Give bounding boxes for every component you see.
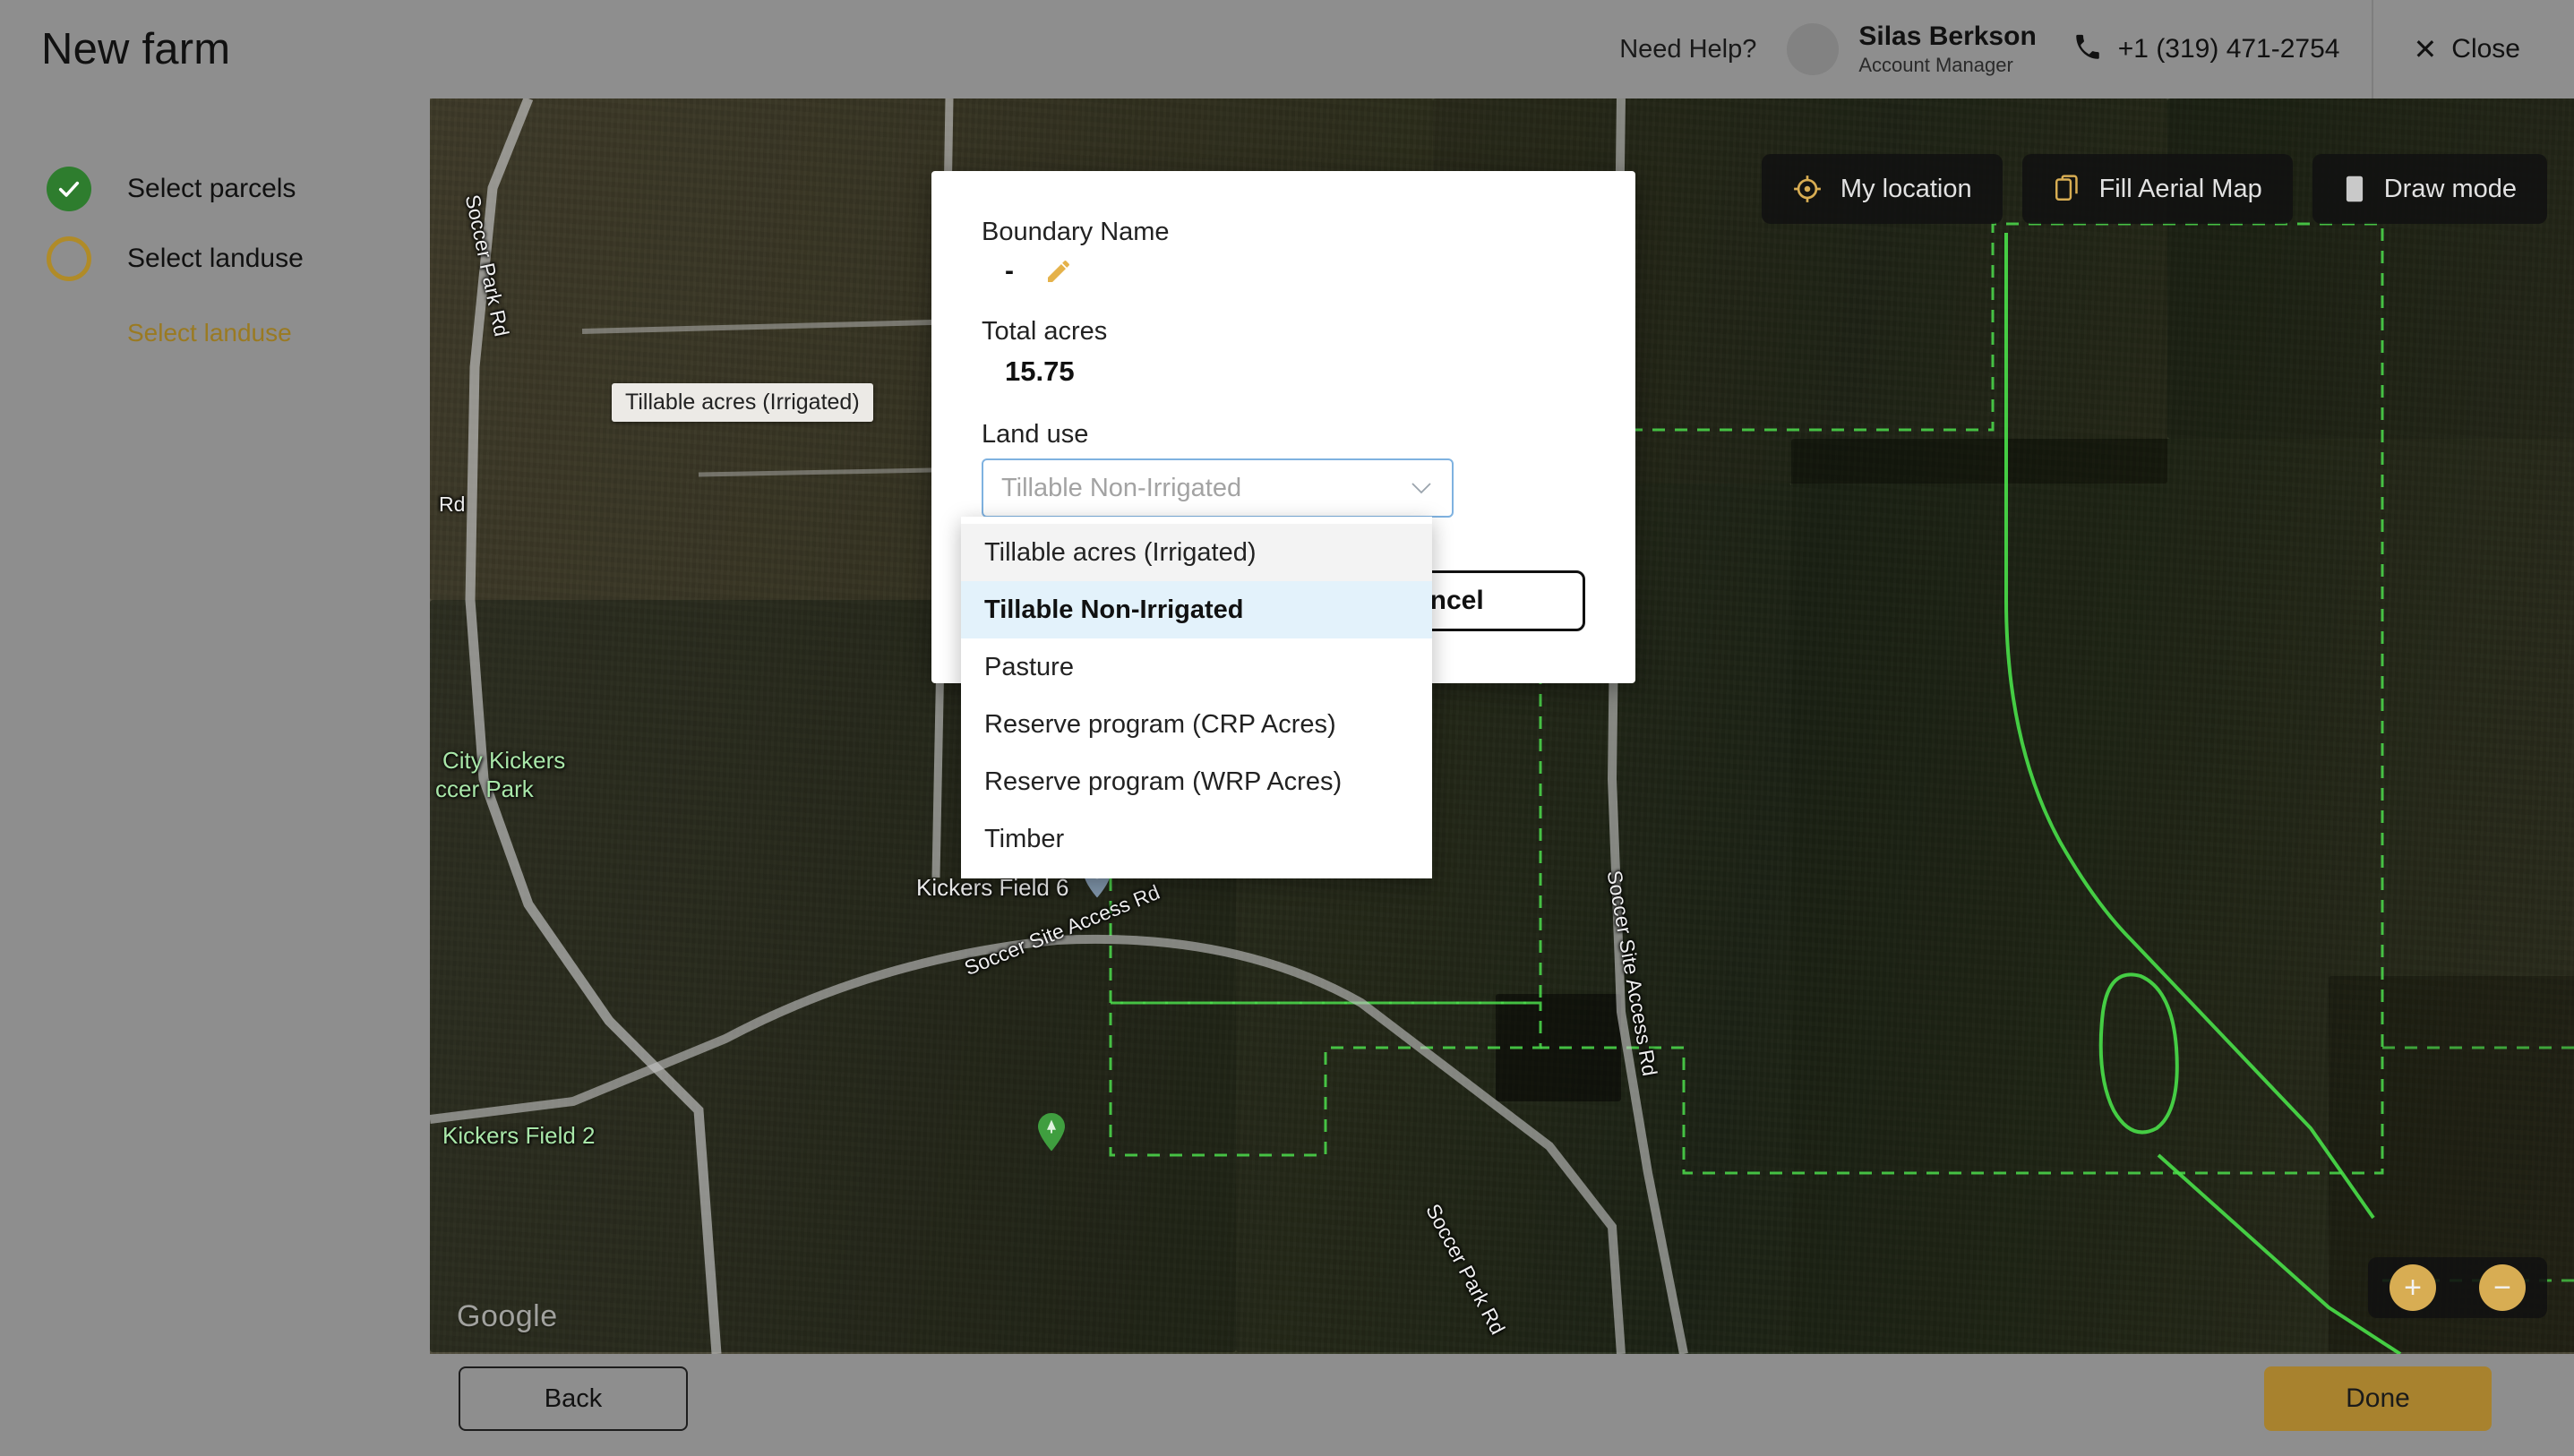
zoom-in-button[interactable]: + <box>2390 1264 2436 1311</box>
map-toolbar: My location Fill Aerial Map Draw mode <box>1762 154 2547 224</box>
avatar <box>1787 23 1839 75</box>
sidebar-item-label: Select parcels <box>127 174 296 204</box>
support-phone-number: +1 (319) 471-2754 <box>2118 34 2340 64</box>
map-button-label: My location <box>1840 175 1972 204</box>
account-manager-name: Silas Berkson <box>1858 21 2036 54</box>
dropdown-option[interactable]: Timber <box>961 810 1432 868</box>
boundary-name-value: - <box>1005 256 1014 287</box>
sidebar-item-label: Select landuse <box>127 244 304 274</box>
header-right-cluster: Need Help? Silas Berkson Account Manager… <box>1619 0 2574 98</box>
road-label: Rd <box>439 492 465 517</box>
support-phone[interactable]: +1 (319) 471-2754 <box>2072 32 2340 67</box>
map-pin-icon[interactable] <box>1038 1113 1065 1151</box>
map-zoom-controls: + − <box>2368 1257 2547 1318</box>
phone-icon <box>2072 32 2118 67</box>
dropdown-option[interactable]: Pasture <box>961 638 1432 696</box>
wizard-footer: Back Done <box>0 1354 2574 1456</box>
land-use-dropdown-menu: Tillable acres (Irrigated) Tillable Non-… <box>961 517 1432 878</box>
my-location-button[interactable]: My location <box>1762 154 2003 224</box>
close-button[interactable]: ✕ Close <box>2373 0 2574 98</box>
page-title: New farm <box>41 24 230 74</box>
total-acres-value: 15.75 <box>1005 355 1585 388</box>
empty-circle-icon <box>47 236 91 281</box>
draw-mode-button[interactable]: Draw mode <box>2312 154 2547 224</box>
boundary-name-row: - <box>1005 256 1585 287</box>
wizard-sidebar: Select parcels Select landuse Select lan… <box>0 98 430 1456</box>
pencil-icon[interactable] <box>1044 257 1073 286</box>
fill-aerial-map-button[interactable]: Fill Aerial Map <box>2022 154 2293 224</box>
back-button[interactable]: Back <box>459 1366 688 1431</box>
close-button-label: Close <box>2451 34 2520 64</box>
dropdown-option[interactable]: Tillable Non-Irrigated <box>961 581 1432 638</box>
poi-label: ccer Park <box>435 775 534 803</box>
chevron-down-icon <box>1411 482 1432 494</box>
poi-label: City Kickers <box>442 747 565 775</box>
boundary-name-label: Boundary Name <box>982 218 1585 247</box>
close-x-icon: ✕ <box>2413 32 2437 66</box>
sidebar-item-select-landuse[interactable]: Select landuse <box>0 224 430 294</box>
land-use-select[interactable]: Tillable Non-Irrigated <box>982 458 1454 518</box>
account-manager-block: Silas Berkson Account Manager <box>1787 21 2036 77</box>
map-button-label: Draw mode <box>2384 175 2517 204</box>
sidebar-item-select-parcels[interactable]: Select parcels <box>0 154 430 224</box>
sidebar-substep-select-landuse[interactable]: Select landuse <box>0 319 430 347</box>
dropdown-option[interactable]: Reserve program (CRP Acres) <box>961 696 1432 753</box>
land-use-selected-value: Tillable Non-Irrigated <box>1001 474 1241 503</box>
parcel-landuse-tooltip: Tillable acres (Irrigated) <box>612 383 873 422</box>
zoom-out-button[interactable]: − <box>2479 1264 2526 1311</box>
dropdown-option[interactable]: Tillable acres (Irrigated) <box>961 524 1432 581</box>
need-help-label[interactable]: Need Help? <box>1619 35 1756 64</box>
done-button[interactable]: Done <box>2264 1366 2492 1431</box>
total-acres-label: Total acres <box>982 317 1585 347</box>
copy-layers-icon <box>2053 174 2081 204</box>
map-button-label: Fill Aerial Map <box>2099 175 2262 204</box>
crosshair-icon <box>1792 174 1823 204</box>
app-header: New farm Need Help? Silas Berkson Accoun… <box>0 0 2574 98</box>
poi-label: Kickers Field 2 <box>442 1122 596 1150</box>
google-attribution: Google <box>457 1299 558 1334</box>
account-manager-role: Account Manager <box>1858 54 2036 78</box>
new-farm-wizard: New farm Need Help? Silas Berkson Accoun… <box>0 0 2574 1456</box>
dropdown-option[interactable]: Reserve program (WRP Acres) <box>961 753 1432 810</box>
check-circle-icon <box>47 167 91 211</box>
land-use-label: Land use <box>982 420 1585 450</box>
rectangle-icon <box>2343 174 2366 204</box>
